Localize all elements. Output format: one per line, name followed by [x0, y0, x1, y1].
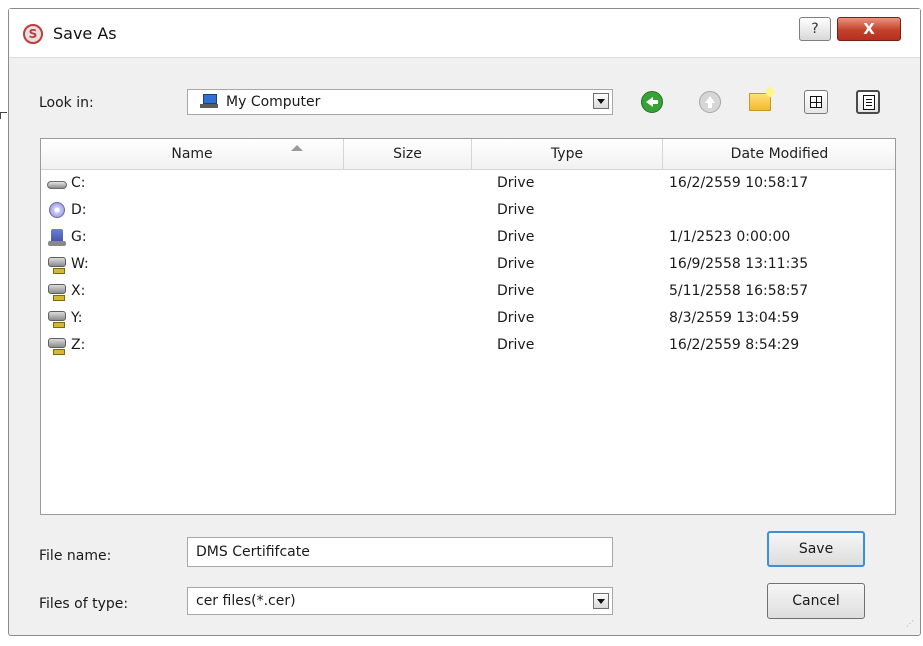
sort-ascending-icon	[291, 145, 303, 151]
app-logo-icon: S	[23, 24, 43, 44]
row-name: X:	[71, 283, 86, 299]
title-bar: S Save As ? X	[9, 9, 920, 58]
network-drive-icon	[47, 283, 69, 301]
table-row[interactable]: Z: Drive 16/2/2559 8:54:29	[41, 333, 895, 360]
table-row[interactable]: C: Drive 16/2/2559 10:58:17	[41, 171, 895, 198]
row-modified: 1/1/2523 0:00:00	[669, 229, 791, 245]
new-folder-icon	[749, 93, 771, 111]
row-name: C:	[71, 175, 86, 191]
close-button[interactable]: X	[837, 17, 901, 41]
column-header-date-modified[interactable]: Date Modified	[663, 139, 895, 169]
row-modified: 16/9/2558 13:11:35	[669, 256, 809, 272]
hard-drive-icon	[47, 175, 69, 193]
files-of-type-value: cer files(*.cer)	[196, 593, 296, 609]
row-type: Drive	[497, 229, 535, 245]
file-name-label: File name:	[39, 548, 112, 564]
file-name-value: DMS Certififcate	[196, 544, 310, 560]
row-type: Drive	[497, 337, 535, 353]
column-header-name[interactable]: Name	[41, 139, 344, 169]
row-type: Drive	[497, 202, 535, 218]
back-button[interactable]	[639, 89, 665, 115]
row-modified: 16/2/2559 8:54:29	[669, 337, 800, 353]
edge-mark	[0, 112, 7, 119]
row-modified: 16/2/2559 10:58:17	[669, 175, 809, 191]
detail-view-frame	[856, 90, 880, 114]
list-view-icon	[810, 96, 822, 108]
file-list[interactable]: Name Size Type Date Modified C: Drive 16…	[40, 138, 896, 515]
table-row[interactable]: D: Drive	[41, 198, 895, 225]
column-header-size[interactable]: Size	[344, 139, 472, 169]
table-row[interactable]: G: Drive 1/1/2523 0:00:00	[41, 225, 895, 252]
row-type: Drive	[497, 175, 535, 191]
row-name: D:	[71, 202, 87, 218]
files-of-type-label: Files of type:	[39, 596, 129, 612]
row-type: Drive	[497, 283, 535, 299]
up-folder-icon	[699, 91, 721, 113]
detail-view-icon	[863, 95, 875, 110]
back-icon	[641, 91, 663, 113]
look-in-value: My Computer	[226, 94, 321, 110]
row-name: Z:	[71, 337, 86, 353]
row-type: Drive	[497, 310, 535, 326]
look-in-label: Look in:	[39, 95, 94, 111]
cancel-button[interactable]: Cancel	[767, 583, 865, 619]
resize-grip[interactable]: ⋰	[906, 620, 918, 633]
file-list-header: Name Size Type Date Modified	[41, 139, 895, 170]
table-row[interactable]: X: Drive 5/11/2558 16:58:57	[41, 279, 895, 306]
row-name: G:	[71, 229, 87, 245]
list-view-frame	[804, 90, 828, 114]
table-row[interactable]: W: Drive 16/9/2558 13:11:35	[41, 252, 895, 279]
up-folder-button[interactable]	[697, 89, 723, 115]
table-row[interactable]: Y: Drive 8/3/2559 13:04:59	[41, 306, 895, 333]
files-of-type-select[interactable]: cer files(*.cer)	[187, 587, 613, 615]
network-drive-icon	[47, 310, 69, 328]
usb-drive-icon	[47, 229, 69, 247]
my-computer-icon	[200, 94, 218, 108]
column-header-type[interactable]: Type	[472, 139, 663, 169]
list-view-button[interactable]	[803, 89, 829, 115]
row-name: W:	[71, 256, 89, 272]
network-drive-icon	[47, 337, 69, 355]
cd-drive-icon	[47, 202, 69, 220]
detail-view-button[interactable]	[855, 89, 881, 115]
network-drive-icon	[47, 256, 69, 274]
file-name-input[interactable]: DMS Certififcate	[187, 537, 613, 567]
help-button[interactable]: ?	[799, 17, 831, 41]
row-modified: 5/11/2558 16:58:57	[669, 283, 809, 299]
save-as-dialog: S Save As ? X Look in: My Computer Name …	[8, 8, 921, 636]
row-modified: 8/3/2559 13:04:59	[669, 310, 800, 326]
look-in-combo[interactable]: My Computer	[187, 89, 613, 115]
save-button[interactable]: Save	[767, 531, 865, 567]
new-folder-button[interactable]	[747, 89, 773, 115]
files-of-type-dropdown-arrow[interactable]	[593, 593, 609, 609]
dialog-title: Save As	[53, 24, 117, 43]
look-in-dropdown-arrow[interactable]	[593, 93, 609, 109]
row-name: Y:	[71, 310, 83, 326]
row-type: Drive	[497, 256, 535, 272]
